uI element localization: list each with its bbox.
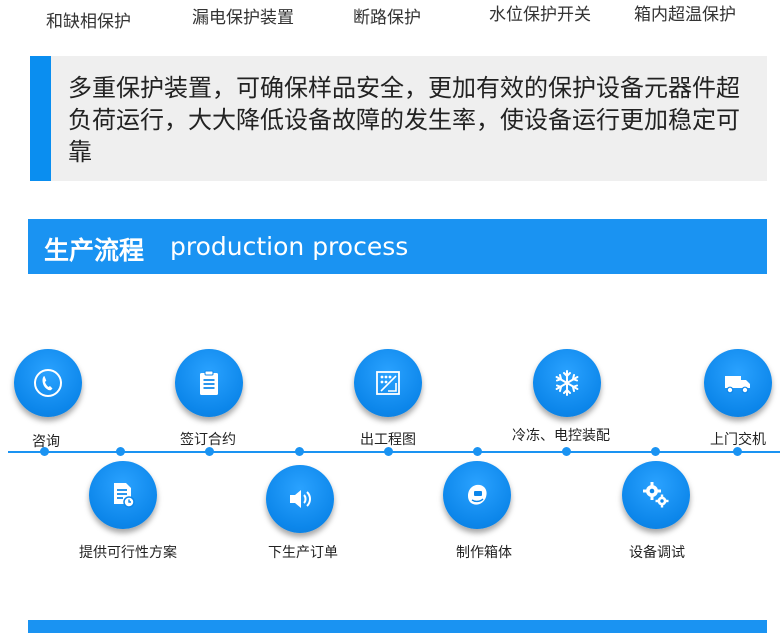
timeline-dot [562,447,571,456]
gears-icon [643,482,669,508]
phone-icon [34,369,62,397]
notice-accent-bar [30,56,51,181]
bottom-banner [28,620,767,633]
step-label-engineering-drawing: 出工程图 [360,432,416,448]
step-engineering-drawing [354,349,422,417]
notice-text: 多重保护装置，可确保样品安全，更加有效的保护设备元器件超负荷运行，大大降低设备故… [68,74,740,166]
snowflake-icon [555,370,579,396]
protection-label-leakage: 漏电保护装置 [192,8,294,28]
blueprint-icon [376,371,400,395]
step-label-production-order: 下生产订单 [268,545,338,561]
step-sign-contract [175,349,243,417]
timeline-dot [651,447,660,456]
protection-label-breaker: 断路保护 [353,8,421,28]
step-label-delivery: 上门交机 [710,432,766,448]
timeline-dot [473,447,482,456]
step-debugging [622,461,690,529]
clipboard-icon [200,370,218,395]
step-cabinet-fabrication [443,461,511,529]
timeline-dot [295,447,304,456]
section-title-en: production process [170,232,409,261]
step-label-consult: 咨询 [32,434,60,450]
protection-label-phase: 和缺相保护 [46,12,131,32]
step-label-cabinet-fabrication: 制作箱体 [456,545,512,561]
section-title-cn: 生产流程 [44,236,145,265]
step-label-refrigeration-assembly: 冷冻、电控装配 [512,428,610,444]
step-label-debugging: 设备调试 [629,545,685,561]
step-label-feasibility-plan: 提供可行性方案 [79,545,177,561]
step-refrigeration-assembly [533,349,601,417]
truck-icon [725,376,750,394]
notice-box: 多重保护装置，可确保样品安全，更加有效的保护设备元器件超负荷运行，大大降低设备故… [30,56,767,181]
step-label-sign-contract: 签订合约 [180,432,236,448]
document-icon [114,483,135,508]
timeline-dot [116,447,125,456]
speaker-icon [290,490,311,508]
step-consult [14,349,82,417]
step-feasibility-plan [89,461,157,529]
protection-label-overtemp: 箱内超温保护 [634,5,736,25]
section-banner: 生产流程 production process [28,219,767,274]
step-production-order [266,465,334,533]
protection-label-water-level: 水位保护开关 [489,5,591,25]
welding-mask-icon [468,484,487,505]
step-delivery [704,349,772,417]
